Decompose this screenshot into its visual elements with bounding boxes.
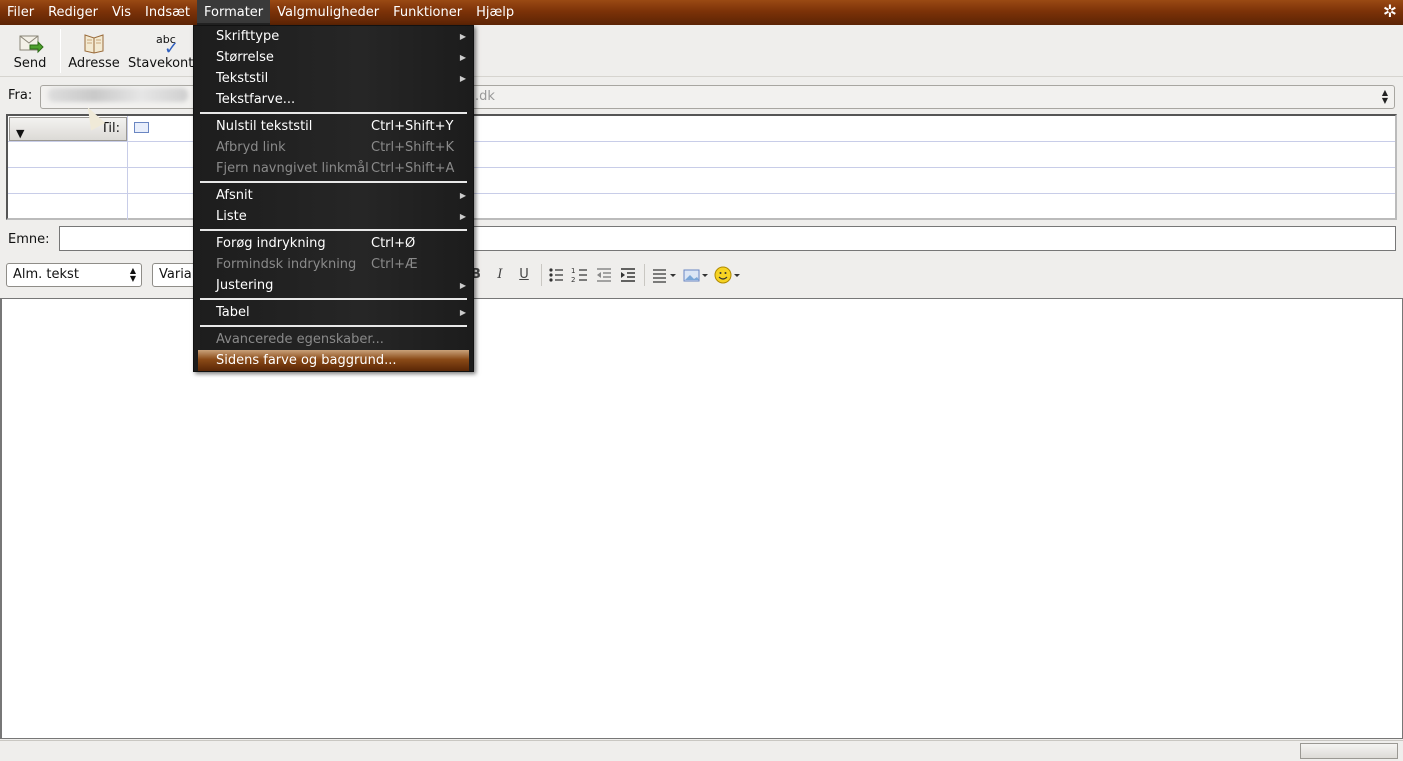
menu-item-tekstfarve[interactable]: Tekstfarve... (194, 89, 473, 110)
menu-indsaet[interactable]: Indsæt (138, 0, 197, 25)
numbered-list-icon[interactable]: 1 2 (570, 265, 590, 285)
subject-label: Emne: (8, 232, 50, 247)
toolbar-separator (644, 264, 645, 286)
menu-item-stoerrelse[interactable]: Størrelse ▶ (194, 47, 473, 68)
paragraph-style-value: Alm. tekst (13, 267, 79, 282)
underline-button[interactable]: U (514, 265, 534, 285)
menu-item-label: Afbryd link (216, 140, 286, 155)
address-label: Adresse (68, 56, 120, 71)
menu-item-label: Tekststil (216, 71, 269, 86)
menu-item-label: Nulstil tekststil (216, 119, 313, 134)
menu-separator (200, 229, 467, 231)
menu-item-shortcut: Ctrl+Ø (371, 236, 416, 251)
menu-item-liste[interactable]: Liste ▶ (194, 206, 473, 227)
menu-item-label: Forøg indrykning (216, 236, 326, 251)
menu-separator (200, 181, 467, 183)
from-value: .dk (475, 89, 495, 104)
menubar: Filer Rediger Vis Indsæt Formater Valgmu… (0, 0, 1403, 25)
menu-rediger[interactable]: Rediger (41, 0, 105, 25)
smiley-icon[interactable] (714, 265, 742, 285)
submenu-arrow-icon: ▶ (459, 74, 466, 83)
submenu-arrow-icon: ▶ (459, 212, 466, 221)
menu-item-tabel[interactable]: Tabel ▶ (194, 302, 473, 323)
font-value: Varial (159, 267, 196, 282)
format-menu: Skrifttype ▶ Størrelse ▶ Tekststil ▶ Tekstf… (193, 25, 474, 372)
menu-separator (200, 325, 467, 327)
insert-image-icon[interactable] (682, 265, 710, 285)
submenu-arrow-icon: ▶ (459, 308, 466, 317)
recipient-type-cell: ▼ Til: (8, 116, 128, 141)
menu-item-label: Skrifttype (216, 29, 280, 44)
status-bar (0, 740, 1403, 761)
menu-vis[interactable]: Vis (105, 0, 138, 25)
menu-item-fjern-linkmaal[interactable]: Fjern navngivet linkmål Ctrl+Shift+A (194, 158, 473, 179)
submenu-arrow-icon: ▶ (459, 191, 466, 200)
menu-item-afsnit[interactable]: Afsnit ▶ (194, 185, 473, 206)
menu-separator (200, 112, 467, 114)
toolbar-separator (60, 29, 61, 73)
menu-item-label: Liste (216, 209, 247, 224)
menu-funktioner[interactable]: Funktioner (386, 0, 469, 25)
paragraph-style-select[interactable]: Alm. tekst ▲ ▼ (6, 263, 142, 287)
spellcheck-label: Stavekont (128, 56, 194, 71)
menu-item-label: Justering (216, 278, 274, 293)
menu-item-nulstil-tekststil[interactable]: Nulstil tekststil Ctrl+Shift+Y (194, 116, 473, 137)
menu-valgmuligheder[interactable]: Valgmuligheder (270, 0, 386, 25)
svg-text:1: 1 (571, 267, 575, 275)
contact-card-icon (134, 122, 149, 133)
updown-arrows-icon: ▲ ▼ (129, 266, 136, 283)
menu-filer[interactable]: Filer (0, 0, 41, 25)
menu-item-avancerede-egenskaber[interactable]: Avancerede egenskaber... (194, 329, 473, 350)
status-progress-panel (1300, 743, 1398, 759)
menu-item-shortcut: Ctrl+Æ (371, 257, 418, 272)
submenu-arrow-icon: ▶ (459, 53, 466, 62)
decrease-indent-icon[interactable] (594, 265, 614, 285)
recipient-type-select[interactable]: ▼ Til: (9, 117, 127, 141)
align-menu-icon[interactable] (650, 265, 678, 285)
bullet-list-icon[interactable] (546, 265, 566, 285)
menu-item-shortcut: Ctrl+Shift+K (371, 140, 454, 155)
increase-indent-icon[interactable] (618, 265, 638, 285)
send-icon (19, 35, 44, 54)
send-label: Send (13, 56, 47, 71)
menu-separator (200, 298, 467, 300)
spellcheck-icon: abc ✓ (156, 33, 180, 59)
menu-item-shortcut: Ctrl+Shift+A (371, 161, 455, 176)
menu-item-skrifttype[interactable]: Skrifttype ▶ (194, 26, 473, 47)
menu-item-formindsk-indrykning[interactable]: Formindsk indrykning Ctrl+Æ (194, 254, 473, 275)
menu-hjaelp[interactable]: Hjælp (469, 0, 521, 25)
menu-item-label: Fjern navngivet linkmål (216, 161, 369, 176)
recipient-type-cell (8, 168, 128, 193)
address-button[interactable]: Adresse (66, 29, 122, 73)
updown-arrows-icon: ▲ ▼ (1381, 88, 1388, 105)
menu-item-shortcut: Ctrl+Shift+Y (371, 119, 454, 134)
menu-item-foroeg-indrykning[interactable]: Forøg indrykning Ctrl+Ø (194, 233, 473, 254)
submenu-arrow-icon: ▶ (459, 32, 466, 41)
menu-item-label: Størrelse (216, 50, 274, 65)
menu-item-tekststil[interactable]: Tekststil ▶ (194, 68, 473, 89)
menu-item-label: Avancerede egenskaber... (216, 332, 384, 347)
address-book-icon (84, 34, 104, 54)
menu-item-label: Formindsk indrykning (216, 257, 357, 272)
spellcheck-button[interactable]: abc ✓ Stavekont (128, 29, 194, 73)
menu-item-afbryd-link[interactable]: Afbryd link Ctrl+Shift+K (194, 137, 473, 158)
submenu-arrow-icon: ▶ (459, 281, 466, 290)
menu-item-label: Sidens farve og baggrund... (216, 353, 397, 368)
menu-formater[interactable]: Formater (196, 0, 271, 25)
menu-item-label: Afsnit (216, 188, 253, 203)
italic-button[interactable]: I (490, 265, 510, 285)
toolbar-separator (541, 264, 542, 286)
gear-icon[interactable]: ✲ (1381, 3, 1399, 21)
recipient-type-cell (8, 194, 128, 220)
svg-text:2: 2 (571, 276, 575, 284)
from-label: Fra: (8, 88, 33, 103)
menu-item-sidens-farve[interactable]: Sidens farve og baggrund... (198, 350, 469, 371)
menu-item-label: Tabel (216, 305, 250, 320)
recipient-type-cell (8, 142, 128, 167)
menu-item-label: Tekstfarve... (216, 92, 296, 107)
redacted-sender-address (48, 88, 188, 102)
send-button[interactable]: Send (8, 29, 52, 73)
menu-item-justering[interactable]: Justering ▶ (194, 275, 473, 296)
